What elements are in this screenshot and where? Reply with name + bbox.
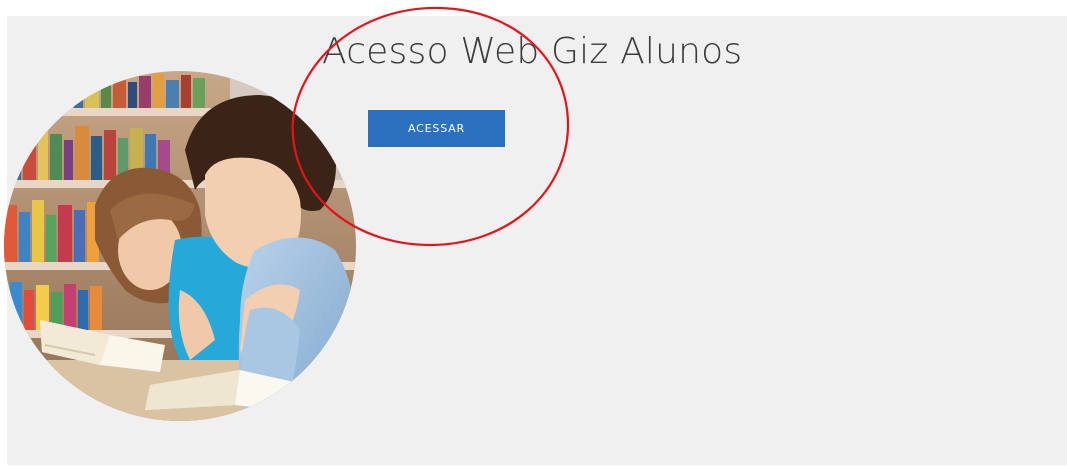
page-title: Acesso Web Giz Alunos — [322, 31, 743, 72]
acessar-button[interactable]: ACESSAR — [368, 110, 505, 147]
